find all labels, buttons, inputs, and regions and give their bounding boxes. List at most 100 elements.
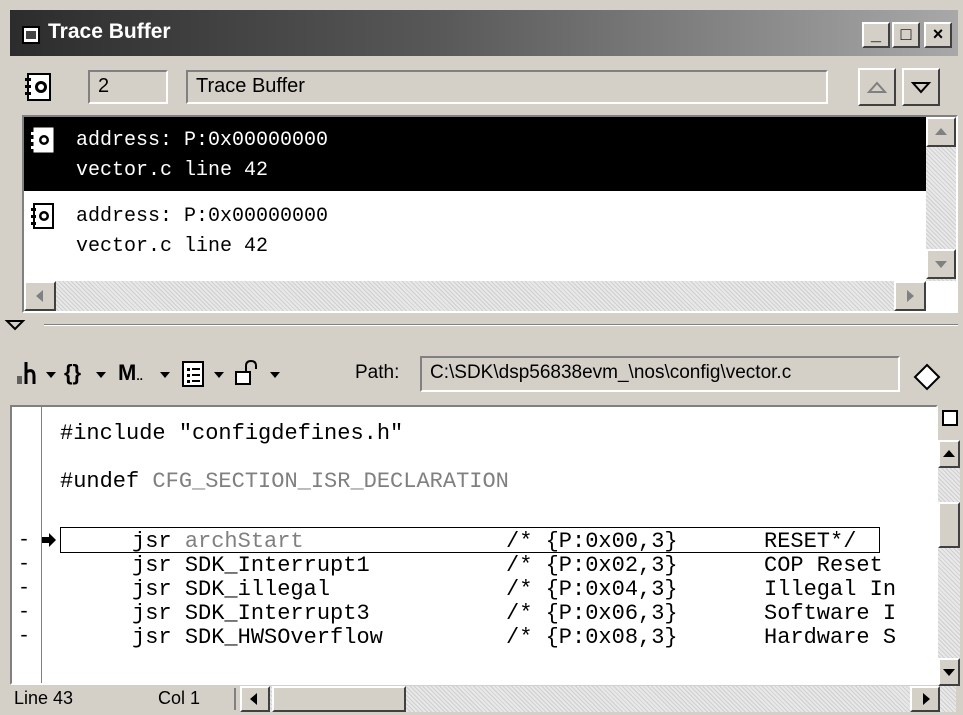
trace-list-item[interactable]: address: P:0x00000000 vector.c line 42 — [24, 193, 926, 267]
line-marker[interactable]: - — [18, 601, 30, 624]
editor-horizontal-scrollbar[interactable] — [240, 686, 956, 712]
chevron-down-icon[interactable] — [270, 372, 280, 378]
scroll-down-button[interactable] — [926, 249, 956, 279]
undef-argument: CFG_SECTION_ISR_DECLARATION — [139, 469, 509, 494]
trace-buffer-window: Trace Buffer _ □ × 2 Trace Buffer addres… — [0, 0, 963, 715]
arrow-up-icon — [935, 128, 947, 135]
trace-index-field[interactable]: 2 — [88, 70, 168, 104]
vector-description: COP Reset — [764, 553, 883, 578]
triangle-up-icon — [866, 81, 888, 93]
status-bar: Line 43 Col 1 — [10, 686, 958, 712]
vector-description: Hardware S — [764, 625, 897, 650]
scroll-right-button[interactable] — [894, 281, 926, 311]
vector-comment: /* {P:0x04,3} — [506, 577, 678, 602]
next-entry-button[interactable] — [902, 68, 940, 106]
include-argument: "configdefines.h" — [165, 421, 404, 446]
jump-target: SDK_HWSOverflow — [184, 625, 383, 650]
code-row[interactable]: - jsr SDK_HWSOverflow /* {P:0x08,3} Hard… — [12, 625, 936, 651]
code-row[interactable]: - jsr SDK_illegal /* {P:0x04,3} Illegal … — [12, 577, 936, 603]
title-bar[interactable]: Trace Buffer _ □ × — [10, 10, 958, 56]
trace-entry-icon — [31, 203, 54, 229]
unlock-icon[interactable] — [232, 358, 262, 388]
scroll-up-button[interactable] — [938, 440, 960, 468]
trace-list[interactable]: address: P:0x00000000 vector.c line 42 a… — [22, 115, 958, 313]
line-marker[interactable]: - — [18, 529, 30, 552]
trace-entry-icon — [25, 73, 51, 101]
function-list-icon[interactable] — [14, 360, 40, 388]
window-icon[interactable] — [22, 26, 40, 44]
split-view-button[interactable] — [942, 410, 958, 426]
scroll-thumb[interactable] — [938, 502, 960, 548]
collapse-triangle-icon[interactable] — [4, 318, 26, 332]
arrow-up-icon — [943, 450, 955, 457]
scroll-left-button[interactable] — [240, 686, 270, 712]
maximize-button[interactable]: □ — [892, 22, 920, 48]
instruction: jsr SDK_illegal — [132, 577, 331, 602]
trace-location: vector.c line 42 — [76, 159, 269, 182]
trace-entry-icon — [31, 127, 54, 153]
code-row[interactable]: - jsr SDK_Interrupt3 /* {P:0x06,3} Softw… — [12, 601, 936, 627]
scroll-thumb[interactable] — [272, 686, 406, 712]
close-button[interactable]: × — [924, 22, 952, 48]
editor-vertical-scrollbar[interactable] — [938, 440, 960, 686]
code-row[interactable]: - jsr SDK_Interrupt1 /* {P:0x02,3} COP R… — [12, 553, 936, 579]
previous-entry-button[interactable] — [858, 68, 896, 106]
arrow-down-icon — [943, 669, 955, 676]
instruction: jsr SDK_Interrupt3 — [132, 601, 370, 626]
trace-location: vector.c line 42 — [76, 235, 269, 258]
code-line-undef: #undef CFG_SECTION_ISR_DECLARATION — [60, 469, 509, 494]
vector-description: RESET*/ — [764, 529, 857, 554]
path-field[interactable]: C:\SDK\dsp56838evm_\nos\config\vector.c — [420, 356, 900, 392]
source-editor[interactable]: #include "configdefines.h" #undef CFG_SE… — [10, 405, 938, 685]
triangle-down-icon — [910, 82, 932, 94]
jump-target: archStart — [184, 529, 304, 554]
vector-comment: /* {P:0x06,3} — [506, 601, 678, 626]
line-marker[interactable]: - — [18, 577, 30, 600]
jump-target: SDK_Interrupt1 — [184, 553, 370, 578]
vector-description: Illegal In — [764, 577, 897, 602]
pane-splitter[interactable] — [44, 324, 958, 326]
trace-list-item-selected[interactable]: address: P:0x00000000 vector.c line 42 — [24, 117, 926, 191]
chevron-down-icon[interactable] — [46, 372, 56, 378]
instruction: jsr SDK_Interrupt1 — [132, 553, 370, 578]
arrow-left-icon — [36, 290, 43, 302]
scroll-left-button[interactable] — [24, 281, 56, 311]
trace-address: address: P:0x00000000 — [76, 205, 329, 228]
chevron-down-icon[interactable] — [214, 372, 224, 378]
arrow-right-icon — [923, 693, 930, 705]
scroll-up-button[interactable] — [926, 117, 956, 147]
instruction: jsr SDK_HWSOverflow — [132, 625, 383, 650]
code-row[interactable]: - jsr archStart /* {P:0x00,3} RESET*/ — [12, 529, 936, 555]
jump-target: SDK_illegal — [184, 577, 331, 602]
trace-list-horizontal-scrollbar[interactable] — [24, 281, 926, 311]
markers-icon[interactable]: M.. — [118, 358, 143, 391]
window-title: Trace Buffer — [48, 20, 171, 43]
scroll-down-button[interactable] — [938, 658, 960, 686]
braces-icon[interactable]: {} — [64, 358, 81, 388]
column-number-status: Col 1 — [158, 688, 201, 708]
document-list-icon[interactable] — [180, 360, 206, 388]
code-line-include: #include "configdefines.h" — [60, 421, 403, 446]
line-marker[interactable]: - — [18, 553, 30, 576]
diamond-icon[interactable] — [912, 362, 942, 392]
vector-description: Software I — [764, 601, 897, 626]
trace-list-vertical-scrollbar[interactable] — [926, 117, 956, 281]
instruction: jsr archStart — [132, 529, 304, 554]
vector-comment: /* {P:0x08,3} — [506, 625, 678, 650]
minimize-button[interactable]: _ — [862, 22, 890, 48]
chevron-down-icon[interactable] — [160, 372, 170, 378]
preprocessor-keyword: #undef — [60, 469, 140, 494]
chevron-down-icon[interactable] — [96, 372, 106, 378]
vector-comment: /* {P:0x00,3} — [506, 529, 678, 554]
trace-address: address: P:0x00000000 — [76, 129, 329, 152]
arrow-left-icon — [250, 693, 257, 705]
trace-name-field[interactable]: Trace Buffer — [186, 70, 828, 104]
scroll-right-button[interactable] — [910, 686, 940, 712]
jump-target: SDK_Interrupt3 — [184, 601, 370, 626]
status-divider — [234, 688, 236, 710]
line-marker[interactable]: - — [18, 625, 30, 648]
arrow-down-icon — [935, 261, 947, 268]
vector-comment: /* {P:0x02,3} — [506, 553, 678, 578]
line-number-status: Line 43 — [14, 688, 74, 708]
path-label: Path: — [355, 362, 400, 383]
